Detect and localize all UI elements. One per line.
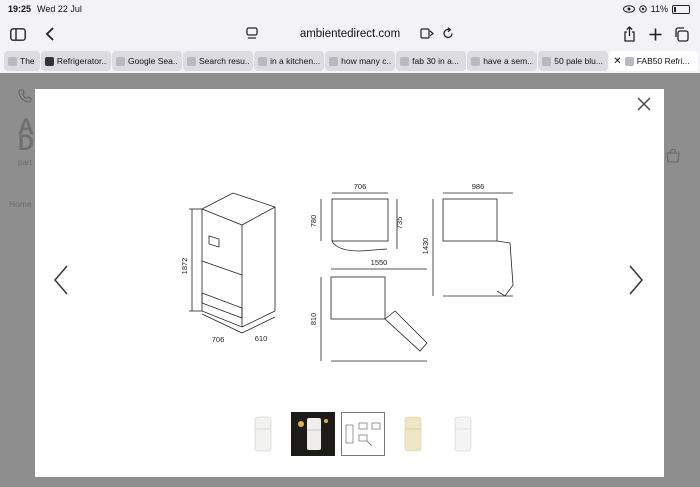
dim-height: 1872 <box>180 258 189 275</box>
thumbnail-strip <box>241 412 485 456</box>
dimension-drawing: 1872 706 610 706 780 735 986 1430 1550 8… <box>180 182 514 362</box>
tab-9[interactable]: 50 pale blu... <box>538 51 609 71</box>
favicon-icon <box>542 56 552 66</box>
translate-icon[interactable] <box>420 27 434 40</box>
battery-percent: 11% <box>650 4 668 14</box>
battery-icon <box>672 4 690 14</box>
tab-overview-button[interactable] <box>669 22 693 46</box>
close-tab-icon[interactable]: ✕ <box>613 56 621 67</box>
status-bar: 19:25 Wed 22 Jul 11% <box>0 0 700 20</box>
chevron-left-icon <box>45 27 54 41</box>
back-button[interactable] <box>38 22 62 46</box>
tab-6[interactable]: how many c... <box>325 51 396 71</box>
favicon-icon <box>258 56 268 66</box>
dim-open-height: 1430 <box>421 238 430 255</box>
site-tagline: part <box>18 158 32 167</box>
next-image-arrow-icon[interactable] <box>628 265 644 295</box>
favicon-icon <box>187 56 197 66</box>
favicon-icon <box>624 56 634 66</box>
tab-label: Search resu... <box>199 56 250 66</box>
status-indicators: 11% <box>622 4 690 14</box>
tab-label: The <box>20 56 35 66</box>
favicon-icon <box>329 56 339 66</box>
favicon-icon <box>8 56 17 66</box>
dim-side-height-1: 780 <box>309 215 318 228</box>
thumbnail-fridge-in-room[interactable] <box>291 412 335 456</box>
new-tab-button[interactable] <box>643 22 667 46</box>
tab-label: 50 pale blu... <box>554 56 603 66</box>
image-lightbox: 1872 706 610 706 780 735 986 1430 1550 8… <box>35 89 664 477</box>
tab-5[interactable]: in a kitchen... <box>254 51 325 71</box>
share-button[interactable] <box>617 22 641 46</box>
dim-width: 610 <box>255 334 268 343</box>
tab-4[interactable]: Search resu... <box>183 51 254 71</box>
phone-icon <box>18 89 32 103</box>
tab-label: how many c... <box>341 56 392 66</box>
dim-open-width-total: 1550 <box>371 258 388 267</box>
thumbnail-white-fridge[interactable] <box>241 412 285 456</box>
tab-3[interactable]: Google Sea... <box>111 51 183 71</box>
tab-2[interactable]: Refrigerator... <box>40 51 111 71</box>
address-bar[interactable]: ambientedirect.com <box>236 22 464 46</box>
favicon-icon <box>44 56 54 66</box>
tab-1[interactable]: The <box>4 51 40 71</box>
favicon-icon <box>471 56 481 66</box>
tab-label: have a sem... <box>483 56 534 66</box>
tab-label: Google Sea... <box>127 56 179 66</box>
eye-icon <box>622 5 635 13</box>
thumbnail-dimension-drawing[interactable] <box>341 412 385 456</box>
dim-side-height-2: 735 <box>395 217 404 230</box>
dim-depth: 706 <box>212 335 225 344</box>
status-time: 19:25 <box>8 4 32 14</box>
tab-label: fab 30 in a... <box>412 56 459 66</box>
share-icon <box>623 26 635 42</box>
close-icon[interactable] <box>637 97 651 111</box>
tab-label: FAB50 Refri... <box>636 56 690 66</box>
sidebar-icon <box>10 27 26 41</box>
tab-label: Refrigerator... <box>56 56 107 66</box>
dim-open-width-top: 986 <box>472 182 485 191</box>
sidebar-toggle-button[interactable] <box>6 22 30 46</box>
page-menu-icon <box>246 27 258 39</box>
previous-image-arrow-icon[interactable] <box>53 265 69 295</box>
dim-open-depth: 810 <box>309 313 318 326</box>
thumbnail-white-fridge-front[interactable] <box>441 412 485 456</box>
plus-icon <box>649 28 661 40</box>
tab-label: in a kitchen... <box>270 56 321 66</box>
favicon-icon <box>400 56 410 66</box>
location-icon <box>638 5 647 13</box>
status-date: Wed 22 Jul <box>37 4 82 14</box>
dim-top-width: 706 <box>354 182 367 191</box>
reload-icon[interactable] <box>442 27 454 40</box>
breadcrumb-home: Home <box>9 199 32 209</box>
favicon-icon <box>115 56 125 66</box>
thumbnail-cream-fridge[interactable] <box>391 412 435 456</box>
browser-toolbar: ambientedirect.com <box>0 20 700 48</box>
tab-8[interactable]: have a sem... <box>467 51 538 71</box>
cart-icon <box>666 149 680 163</box>
tabs-icon <box>674 26 689 42</box>
tab-bar: The Refrigerator... Google Sea... Search… <box>4 51 698 71</box>
address-text: ambientedirect.com <box>299 28 401 40</box>
tab-10-active[interactable]: ✕ FAB50 Refri... <box>609 51 698 71</box>
tab-7[interactable]: fab 30 in a... <box>396 51 467 71</box>
